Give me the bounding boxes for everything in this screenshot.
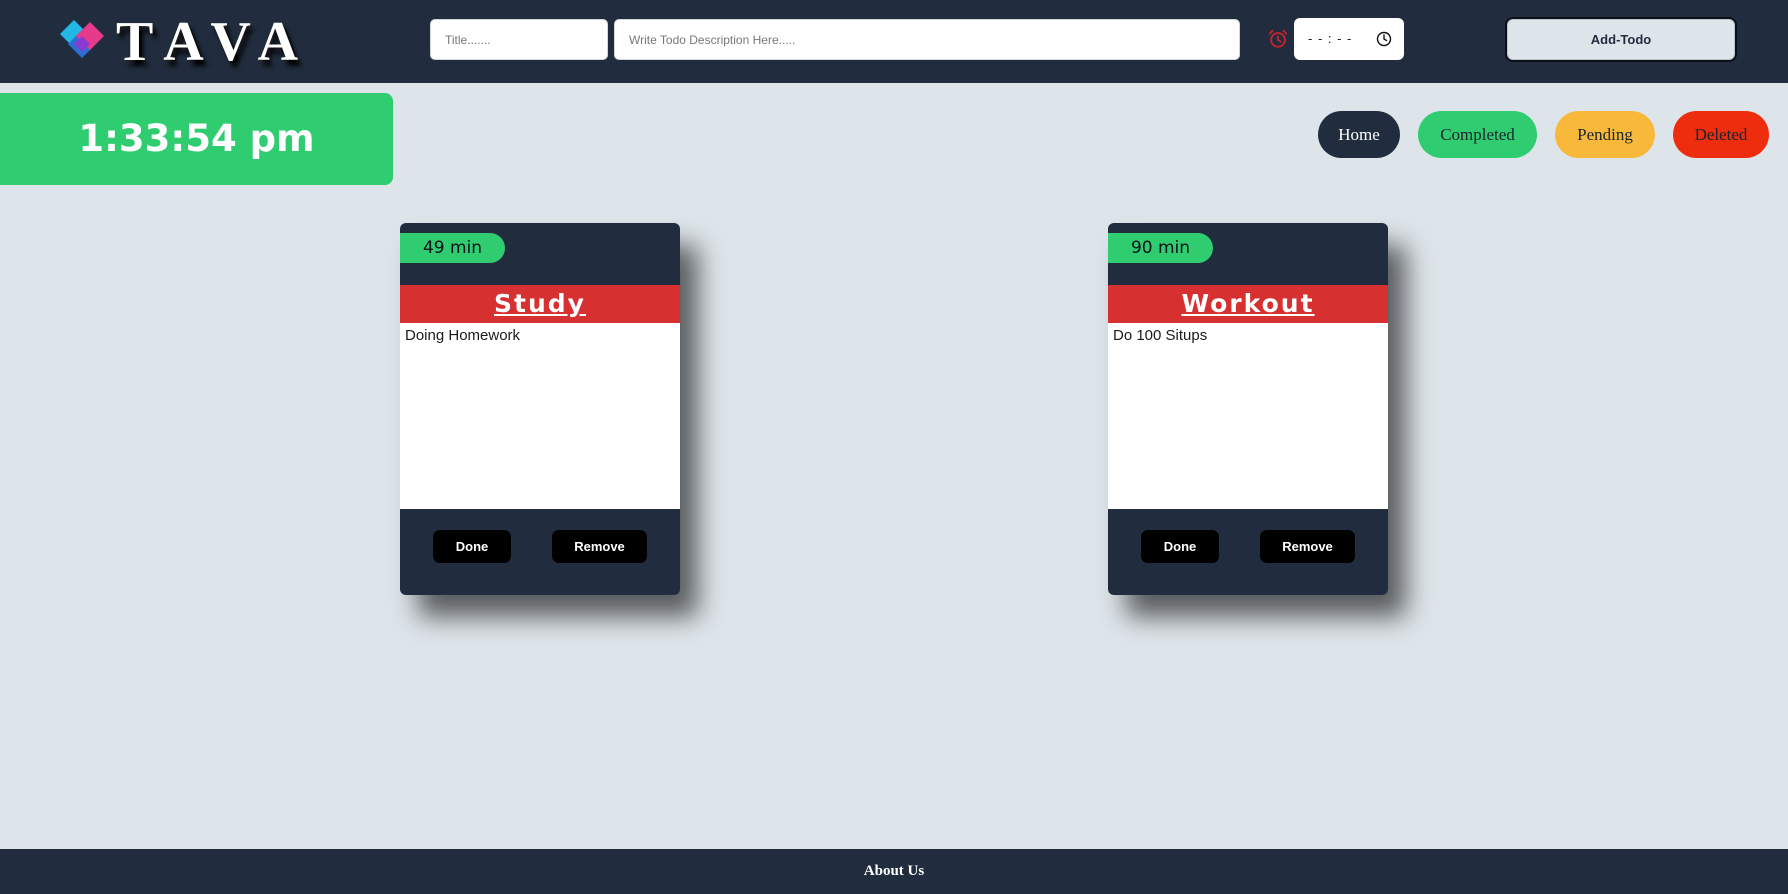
app-logo[interactable]: TAVA xyxy=(60,10,320,74)
remove-button[interactable]: Remove xyxy=(1260,530,1355,563)
footer: About Us xyxy=(0,849,1788,894)
about-us-link[interactable]: About Us xyxy=(864,863,924,879)
todo-title: Workout xyxy=(1108,285,1388,323)
todo-description-input[interactable] xyxy=(614,19,1240,60)
add-todo-button[interactable]: Add-Todo xyxy=(1505,17,1737,62)
todo-card: 90 min Workout Do 100 Situps Done Remove xyxy=(1108,223,1388,595)
time-value: - - : - - xyxy=(1308,31,1353,46)
done-button[interactable]: Done xyxy=(433,530,511,563)
todo-card: 49 min Study Doing Homework Done Remove xyxy=(400,223,680,595)
current-time-text: 1:33:54 pm xyxy=(78,117,315,160)
tava-logo-icon xyxy=(60,20,104,58)
logo-wordmark: TAVA xyxy=(116,11,313,73)
clock-icon[interactable] xyxy=(1376,31,1392,47)
nav-deleted-button[interactable]: Deleted xyxy=(1673,111,1769,158)
todo-description: Doing Homework xyxy=(400,323,680,509)
done-button[interactable]: Done xyxy=(1141,530,1219,563)
nav-completed-button[interactable]: Completed xyxy=(1418,111,1537,158)
todo-duration-badge: 49 min xyxy=(400,233,505,263)
top-bar: TAVA - - : - - Add-Todo xyxy=(0,0,1788,83)
current-time-display: 1:33:54 pm xyxy=(0,93,393,185)
nav-home-button[interactable]: Home xyxy=(1318,111,1400,158)
time-picker-input[interactable]: - - : - - xyxy=(1294,18,1404,60)
nav-pending-button[interactable]: Pending xyxy=(1555,111,1655,158)
remove-button[interactable]: Remove xyxy=(552,530,647,563)
alarm-clock-icon xyxy=(1268,29,1288,48)
todo-title: Study xyxy=(400,285,680,323)
todo-title-input[interactable] xyxy=(430,19,608,60)
todo-duration-badge: 90 min xyxy=(1108,233,1213,263)
todo-description: Do 100 Situps xyxy=(1108,323,1388,509)
